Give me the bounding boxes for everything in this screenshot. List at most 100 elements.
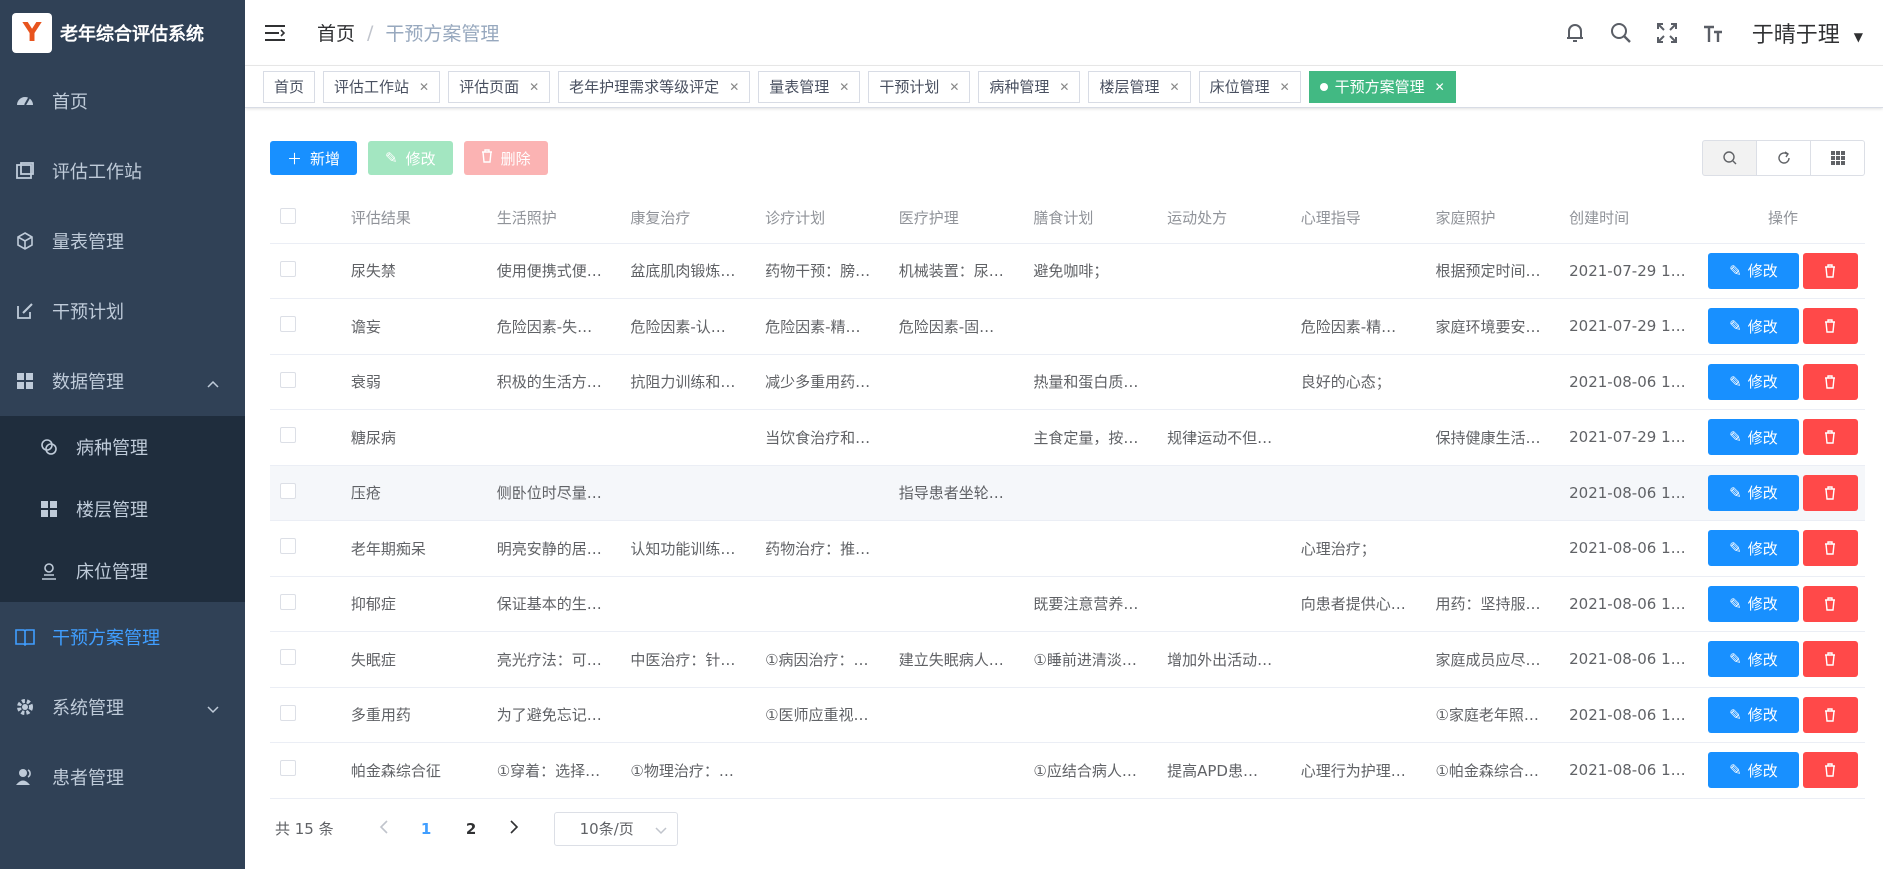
table-row[interactable]: 老年期痴呆 明亮安静的居… 认知功能训练… 药物治疗：推… 心理治疗； 2021-08-0… [270,520,1865,577]
tag-workstation[interactable]: 评估工作站 ✕ [323,70,441,103]
sidebar-item-floor[interactable]: 楼层管理 [0,478,245,540]
row-edit-button[interactable]: ✎ 修改 [1707,474,1799,511]
close-icon[interactable]: ✕ [729,80,739,94]
table-row[interactable]: 衰弱 积极的生活方… 抗阻力训练和… 减少多重用药… 热量和蛋白质… 良好的心态； 2021… [270,354,1865,410]
table-row[interactable]: 失眠症 亮光疗法：可… 中医治疗：针… ①病因治疗：… 建立失眠病人… ①睡前进清淡… 增加… [270,631,1865,688]
row-edit-button[interactable]: ✎ 修改 [1707,585,1799,622]
close-icon[interactable]: ✕ [1280,80,1290,94]
edit-button[interactable]: ✎ 修改 [368,141,453,175]
close-icon[interactable]: ✕ [529,80,539,94]
row-edit-button[interactable]: ✎ 修改 [1707,696,1799,733]
sidebar-item-system[interactable]: 系统管理 [0,672,245,742]
tag-scales[interactable]: 量表管理 ✕ [758,70,861,103]
close-icon[interactable]: ✕ [949,80,959,94]
select-cell [270,243,341,299]
font-size-icon[interactable] [1700,20,1726,46]
row-checkbox[interactable] [280,482,296,499]
caret-down-icon: ▼ [1853,30,1863,44]
add-button[interactable]: ＋ 新增 [270,141,358,175]
grid-icon [1830,151,1845,165]
row-edit-button[interactable]: ✎ 修改 [1707,308,1799,345]
tag-disease[interactable]: 病种管理 ✕ [978,70,1081,103]
sidebar-item-bed[interactable]: 床位管理 [0,540,245,602]
search-icon[interactable] [1608,20,1634,46]
page-number[interactable]: 2 [449,820,494,838]
hamburger-icon[interactable] [265,22,287,44]
sidebar-item-data[interactable]: 数据管理 [0,346,245,416]
sidebar-item-home[interactable]: 首页 [0,66,245,136]
tag-intervention[interactable]: 干预计划 ✕ [868,70,971,103]
row-edit-button[interactable]: ✎ 修改 [1707,252,1799,289]
tag-plan-management[interactable]: 干预方案管理 ✕ [1308,70,1456,103]
sidebar-item-scales[interactable]: 量表管理 [0,206,245,276]
close-icon[interactable]: ✕ [419,80,429,94]
table-cell: 既要注意营养… [1023,576,1158,632]
row-edit-button[interactable]: ✎ 修改 [1707,363,1799,400]
row-checkbox[interactable] [280,260,296,277]
row-checkbox[interactable] [280,371,296,388]
table-row[interactable]: 尿失禁 使用便携式便… 盆底肌肉锻炼… 药物干预：膀… 机械装置：尿… 避免咖啡； 根据预定… [270,243,1865,299]
row-edit-button[interactable]: ✎ 修改 [1707,530,1799,567]
sidebar-item-disease[interactable]: 病种管理 [0,416,245,478]
select-all-checkbox[interactable] [280,207,296,224]
row-edit-button[interactable]: ✎ 修改 [1707,641,1799,678]
row-delete-button[interactable] [1802,641,1858,678]
table-cell: 危险因素-固… [888,298,1024,355]
close-icon[interactable]: ✕ [1435,80,1445,94]
row-delete-button[interactable] [1802,585,1858,622]
sidebar-item-workstation[interactable]: 评估工作站 [0,136,245,206]
row-delete-button[interactable] [1802,252,1858,289]
breadcrumb-home[interactable]: 首页 [317,19,355,46]
prev-page-button[interactable] [364,819,404,838]
columns-button[interactable] [1810,140,1865,176]
row-delete-button[interactable] [1802,474,1858,511]
row-checkbox[interactable] [280,316,296,333]
row-checkbox[interactable] [280,704,296,721]
row-edit-button[interactable]: ✎ 修改 [1707,752,1799,789]
table-row[interactable]: 帕金森综合征 ①穿着：选择… ①物理治疗：… ①应结合病人… 提高APD患… 心理行为护理… [270,742,1865,799]
breadcrumb-separator: / [367,21,374,44]
user-menu[interactable]: 于晴于理 ▼ [1752,17,1863,49]
row-checkbox[interactable] [280,427,296,444]
search-toggle-button[interactable] [1702,140,1757,176]
next-page-button[interactable] [494,819,534,838]
tag-eval-page[interactable]: 评估页面 ✕ [448,70,551,103]
table-row[interactable]: 压疮 侧卧位时尽量… 指导患者坐轮… 2021-08-06 1… ✎ 修改 [270,465,1865,521]
tag-floor[interactable]: 楼层管理 ✕ [1088,70,1191,103]
row-checkbox[interactable] [280,649,296,666]
row-delete-button[interactable] [1802,696,1858,733]
sidebar-item-intervention[interactable]: 干预计划 [0,276,245,346]
tag-care-level[interactable]: 老年护理需求等级评定 ✕ [558,70,751,103]
fullscreen-icon[interactable] [1654,20,1680,46]
row-delete-button[interactable] [1802,308,1858,345]
table-row[interactable]: 谵妄 危险因素-失… 危险因素-认… 危险因素-精… 危险因素-固… 危险因素-精… 家庭环… [270,298,1865,355]
close-icon[interactable]: ✕ [839,80,849,94]
page-size-select[interactable]: 10条/页 [553,811,678,846]
trash-icon [1825,319,1836,333]
close-icon[interactable]: ✕ [1170,80,1180,94]
table-row[interactable]: 多重用药 为了避免忘记… ①医师应重视… ①家庭老年照… 2021-08-06 1… ✎ 修… [270,687,1865,743]
sidebar-item-plan-management[interactable]: 干预方案管理 [0,602,245,672]
tag-label: 量表管理 [769,78,830,96]
row-edit-button[interactable]: ✎ 修改 [1707,419,1799,456]
sidebar-item-patients[interactable]: 患者管理 [0,742,245,812]
refresh-button[interactable] [1756,140,1811,176]
row-checkbox[interactable] [280,593,296,610]
row-delete-button[interactable] [1802,752,1858,789]
row-checkbox[interactable] [280,760,296,777]
tag-home[interactable]: 首页 [263,70,316,103]
delete-button[interactable]: 删除 [463,141,548,175]
close-icon[interactable]: ✕ [1059,80,1069,94]
table-cell [1290,409,1426,466]
row-delete-button[interactable] [1802,530,1858,567]
bell-icon[interactable] [1562,20,1588,46]
page-number[interactable]: 1 [404,820,449,838]
row-delete-button[interactable] [1802,419,1858,456]
row-delete-button[interactable] [1802,363,1858,400]
tag-bed[interactable]: 床位管理 ✕ [1198,70,1301,103]
table-row[interactable]: 糖尿病 当饮食治疗和… 主食定量，按… 规律运动不但… 保持健康生活… 2021-07-2… [270,409,1865,466]
table-row[interactable]: 抑郁症 保证基本的生… 既要注意营养… 向患者提供心… 用药：坚持服… 2021-08-0… [270,576,1865,632]
row-checkbox[interactable] [280,538,296,555]
logo[interactable]: Y 老年综合评估系统 [0,0,245,66]
column-header: 膳食计划 [1023,193,1158,244]
